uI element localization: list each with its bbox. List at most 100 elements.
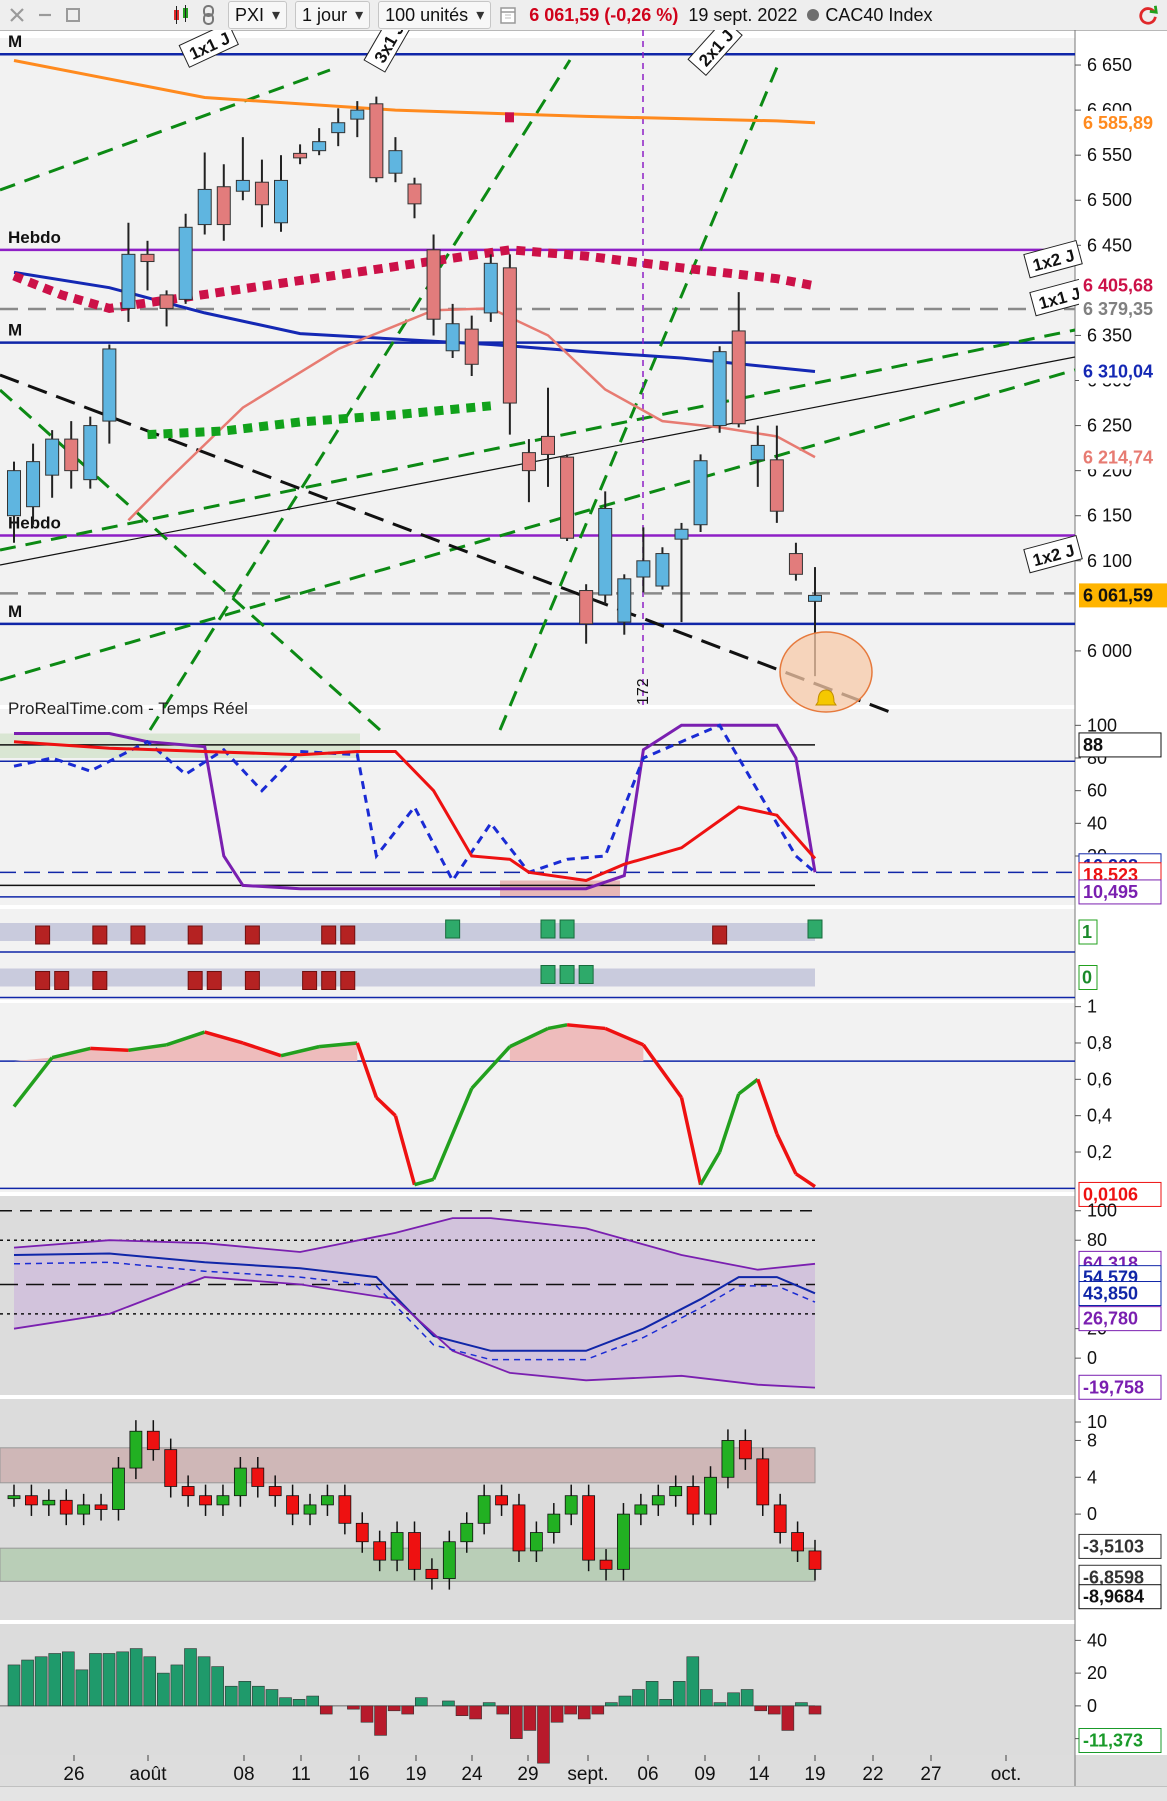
histogram-bar (347, 1705, 360, 1710)
candle-body (350, 109, 365, 120)
oscillator-4-candle (303, 1504, 317, 1515)
histogram-bar (414, 1697, 428, 1707)
signal-row-2-value: 0 (1082, 968, 1092, 988)
histogram-bar (591, 1705, 605, 1715)
oscillator-4-candle (321, 1495, 334, 1506)
histogram-bar (523, 1705, 537, 1731)
signal-row-1-band (0, 923, 815, 941)
signal-down-marker (244, 971, 260, 990)
oscillator-1-value-4: 10,495 (1083, 882, 1138, 902)
candle-body (254, 181, 269, 206)
oscillator-4-candle (669, 1486, 683, 1497)
oscillator-4-candle (373, 1541, 387, 1561)
histogram-bar (496, 1705, 510, 1715)
date-axis-label: 08 (233, 1764, 254, 1785)
calendar-icon[interactable] (497, 4, 519, 26)
oscillator-3-value-4: 26,780 (1083, 1309, 1138, 1329)
index-name: CAC40 Index (825, 4, 933, 25)
histogram-bar (306, 1695, 319, 1707)
link-icon[interactable] (198, 4, 220, 26)
signal-down-marker (321, 925, 337, 945)
quote-change: 6 061,59 (-0,26 %) (529, 4, 679, 25)
signal-down-marker (206, 971, 222, 990)
timeframe-select[interactable]: 1 jour (295, 1, 371, 29)
oscillator-4-candle (773, 1504, 787, 1533)
signal-up-marker (559, 919, 575, 939)
candle-body (102, 348, 117, 422)
oscillator-1-axis-tick-label: 40 (1087, 813, 1107, 833)
oscillator-2-axis-tick-label: 0,2 (1087, 1142, 1112, 1162)
signal-down-marker (712, 925, 728, 945)
price-axis-tick-label: 6 250 (1087, 416, 1132, 436)
histogram-axis-tick-label: 20 (1087, 1663, 1107, 1683)
signal-up-marker (807, 919, 823, 939)
histogram-bar (279, 1697, 292, 1707)
oscillator-4-axis-tick-label: 4 (1087, 1467, 1097, 1487)
candle-body (64, 438, 79, 472)
candle-body (598, 508, 613, 596)
price-axis-tick-label: 6 500 (1087, 190, 1132, 210)
oscillator-4-value-3: -8,9684 (1083, 1587, 1144, 1607)
date-axis-label: 22 (862, 1764, 883, 1785)
date-axis-label: 24 (461, 1764, 483, 1785)
candle-body (464, 328, 479, 365)
chart-area[interactable]: 6 0006 1006 1506 2006 2506 3006 3506 400… (0, 30, 1167, 1786)
histogram-bar (48, 1653, 62, 1707)
histogram-bar (319, 1705, 333, 1715)
refresh-icon[interactable] (1137, 4, 1159, 26)
units-select[interactable]: 100 unités (378, 1, 492, 29)
price-axis-tick-label: 6 450 (1087, 235, 1132, 255)
oscillator-4-candle (59, 1499, 73, 1515)
oscillator-2-axis-tick-label: 0,8 (1087, 1033, 1112, 1053)
oscillator-4-candle (251, 1467, 265, 1487)
oscillator-4-candle (129, 1430, 143, 1469)
source-label: ProRealTime.com - Temps Réel (8, 699, 248, 718)
date-axis-label: août (130, 1764, 168, 1785)
price-axis-tick-label: 6 350 (1087, 325, 1132, 345)
histogram-bar (252, 1685, 265, 1707)
histogram-bar (564, 1705, 577, 1715)
panel-5-axis-background (1075, 1003, 1167, 1192)
histogram-axis-tick-label: 40 (1087, 1630, 1107, 1650)
candle-body (178, 226, 193, 300)
maximize-icon[interactable] (62, 4, 84, 26)
reference-line-label-7: M (8, 602, 22, 621)
histogram-bar (184, 1648, 197, 1707)
oscillator-4-candle (564, 1495, 578, 1515)
oscillator-4-candle (599, 1559, 613, 1570)
price-label-4: 6 310,04 (1083, 361, 1153, 381)
candle-body (560, 456, 575, 539)
candle-body (45, 438, 60, 476)
oscillator-2-segment (90, 1046, 129, 1052)
histogram-bar (482, 1702, 496, 1707)
toolbar: PXI 1 jour 100 unités 6 061,59 (-0,26 %)… (0, 0, 1167, 31)
candle-body (674, 528, 689, 540)
signal-down-marker (54, 971, 70, 990)
histogram-bar (618, 1695, 632, 1707)
histogram-bar (75, 1669, 89, 1707)
instrument-select[interactable]: PXI (228, 1, 288, 29)
oscillator-4-axis-tick-label: 8 (1087, 1430, 1097, 1450)
histogram-bar (238, 1681, 252, 1707)
oscillator-4-candle (512, 1504, 526, 1552)
candle-body (541, 435, 555, 455)
oscillator-4-axis-tick-label: 0 (1087, 1504, 1097, 1524)
quote-date: 19 sept. 2022 (688, 4, 798, 25)
signal-down-marker (302, 971, 318, 990)
histogram-bar (781, 1705, 795, 1731)
candle-body (655, 553, 670, 587)
candle-body (808, 594, 822, 602)
candle-body (7, 470, 21, 517)
histogram-bar (740, 1689, 754, 1707)
reference-line-label-4: M (8, 321, 22, 340)
reference-line-label-2: Hebdo (8, 228, 61, 247)
histogram-bar (170, 1664, 184, 1707)
signal-down-marker (340, 925, 356, 945)
date-axis-label: oct. (991, 1764, 1022, 1785)
histogram-value: -11,373 (1083, 1730, 1143, 1750)
close-icon[interactable] (6, 4, 28, 26)
oscillator-4-candle (390, 1532, 404, 1561)
panel-5-background (0, 1003, 1075, 1192)
candlestick-icon[interactable] (170, 4, 192, 26)
minimize-icon[interactable] (34, 4, 56, 26)
